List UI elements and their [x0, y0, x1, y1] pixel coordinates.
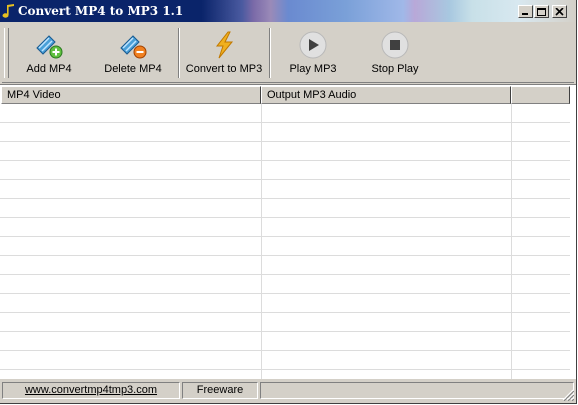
- resize-grip-icon[interactable]: [562, 389, 574, 401]
- close-icon: [555, 8, 564, 16]
- close-button[interactable]: [552, 5, 567, 18]
- table-row[interactable]: [0, 351, 570, 370]
- column-divider: [261, 104, 262, 379]
- column-header-output-mp3[interactable]: Output MP3 Audio: [261, 86, 511, 104]
- table-row[interactable]: [0, 294, 570, 313]
- convert-label: Convert to MP3: [185, 63, 263, 75]
- maximize-icon: [537, 8, 546, 16]
- table-row[interactable]: [0, 275, 570, 294]
- toolbar: Add MP4 Delete MP4 Convert to MP3 Play M…: [2, 24, 574, 83]
- add-mp4-label: Add MP4: [26, 63, 72, 75]
- table-row[interactable]: [0, 142, 570, 161]
- minimize-button[interactable]: [518, 5, 533, 18]
- film-delete-icon: [120, 35, 147, 59]
- website-panel[interactable]: www.convertmp4tmp3.com: [2, 382, 180, 399]
- play-icon: [299, 31, 327, 59]
- table-row[interactable]: [0, 256, 570, 275]
- window-title: Convert MP4 to MP3 1.1: [18, 4, 184, 18]
- stop-play-label: Stop Play: [371, 63, 419, 75]
- website-link[interactable]: www.convertmp4tmp3.com: [25, 384, 157, 396]
- table-row[interactable]: [0, 180, 570, 199]
- table-row[interactable]: [0, 237, 570, 256]
- table-row[interactable]: [0, 313, 570, 332]
- delete-mp4-button[interactable]: Delete MP4: [98, 26, 168, 80]
- status-message-panel: [260, 382, 574, 399]
- license-panel: Freeware: [182, 382, 258, 399]
- add-mp4-button[interactable]: Add MP4: [14, 26, 84, 80]
- minimize-icon: [522, 13, 528, 15]
- lightning-icon: [215, 31, 234, 59]
- stop-icon: [381, 31, 409, 59]
- table-row[interactable]: [0, 123, 570, 142]
- status-bar: www.convertmp4tmp3.com Freeware: [0, 379, 576, 403]
- app-window: Convert MP4 to MP3 1.1 Add MP4 Delete MP…: [0, 0, 577, 404]
- file-list[interactable]: MP4 Video Output MP3 Audio: [0, 84, 576, 389]
- stop-play-button[interactable]: Stop Play: [360, 26, 430, 80]
- play-mp3-label: Play MP3: [289, 63, 337, 75]
- delete-mp4-label: Delete MP4: [104, 63, 162, 75]
- convert-to-mp3-button[interactable]: Convert to MP3: [182, 26, 266, 80]
- title-bar[interactable]: Convert MP4 to MP3 1.1: [0, 0, 576, 22]
- column-header-mp4-video[interactable]: MP4 Video: [1, 86, 261, 104]
- music-note-icon: [2, 4, 14, 18]
- column-divider: [511, 104, 512, 379]
- toolbar-separator: [269, 28, 271, 78]
- film-add-icon: [36, 35, 63, 59]
- toolbar-separator: [178, 28, 180, 78]
- column-header-extra[interactable]: [511, 86, 570, 104]
- table-row[interactable]: [0, 332, 570, 351]
- toolbar-grip[interactable]: [4, 28, 9, 78]
- maximize-button[interactable]: [534, 5, 549, 18]
- table-row[interactable]: [0, 218, 570, 237]
- table-row[interactable]: [0, 104, 570, 123]
- play-mp3-button[interactable]: Play MP3: [278, 26, 348, 80]
- table-row[interactable]: [0, 199, 570, 218]
- table-row[interactable]: [0, 161, 570, 180]
